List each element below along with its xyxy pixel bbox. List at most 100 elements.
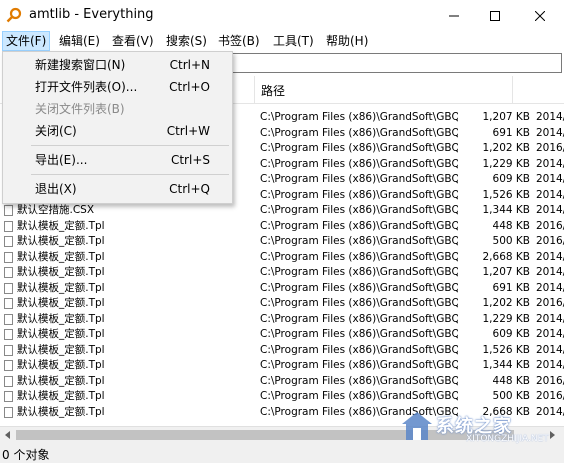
menu-edit[interactable]: 编辑(E) bbox=[56, 32, 103, 50]
close-icon bbox=[535, 10, 545, 21]
row-date: 2014/ bbox=[536, 328, 564, 340]
row-size: 1,229 KB bbox=[482, 312, 531, 325]
row-name: 默认模板_定额.Tpl bbox=[17, 250, 105, 263]
menu-file[interactable]: 文件(F) bbox=[2, 31, 51, 51]
row-path: C:\Program Files (x86)\GrandSoft\GBQ\4..… bbox=[260, 173, 458, 185]
row-name: 默认模板_定额.Tpl bbox=[17, 312, 105, 325]
row-path: C:\Program Files (x86)\GrandSoft\GBQ\4..… bbox=[260, 250, 458, 263]
row-size: 691 KB bbox=[492, 126, 530, 139]
row-size: 500 KB bbox=[492, 235, 530, 247]
row-size: 1,202 KB bbox=[482, 142, 531, 154]
row-size: 609 KB bbox=[492, 328, 530, 340]
file-icon bbox=[4, 267, 13, 278]
table-row[interactable]: 默认模板_定额.Tpl C:\Program Files (x86)\GrandS… bbox=[0, 312, 564, 328]
minimize-button[interactable] bbox=[432, 0, 476, 31]
minimize-icon bbox=[449, 15, 459, 16]
row-size: 1,207 KB bbox=[482, 266, 531, 278]
menu-item-close[interactable]: 关闭(C) Ctrl+W bbox=[3, 120, 232, 142]
row-date: 2014/ bbox=[536, 111, 564, 123]
row-path: C:\Program Files (x86)\GrandSoft\GBQ\4..… bbox=[260, 328, 458, 340]
table-row[interactable]: 默认模板_定额.Tpl C:\Program Files (x86)\GrandS… bbox=[0, 250, 564, 266]
table-row[interactable]: 默认模板_定额.Tpl C:\Program Files (x86)\GrandS… bbox=[0, 281, 564, 297]
row-name: 默认模板_定额.Tpl bbox=[17, 390, 105, 402]
file-icon bbox=[4, 391, 13, 402]
file-icon bbox=[4, 298, 13, 309]
row-path: C:\Program Files (x86)\GrandSoft\GBQ\4..… bbox=[260, 374, 458, 387]
row-name: 默认模板_定额.Tpl bbox=[17, 328, 105, 340]
column-divider[interactable] bbox=[254, 76, 255, 103]
menu-search[interactable]: 搜索(S) bbox=[163, 32, 210, 50]
column-divider[interactable] bbox=[512, 76, 513, 103]
menu-item-new-window[interactable]: 新建搜索窗口(N) Ctrl+N bbox=[3, 54, 232, 76]
table-row[interactable]: 默认模板_定额.Tpl C:\Program Files (x86)\GrandS… bbox=[0, 219, 564, 235]
search-icon bbox=[6, 7, 22, 23]
table-row[interactable]: 默认模板_定额.Tpl C:\Program Files (x86)\GrandS… bbox=[0, 343, 564, 359]
row-size: 1,229 KB bbox=[482, 157, 531, 170]
window-title: amtlib - Everything bbox=[29, 7, 154, 22]
row-name: 默认模板_定额.Tpl bbox=[17, 297, 105, 309]
row-path: C:\Program Files (x86)\GrandSoft\GBQ\4..… bbox=[260, 266, 458, 278]
table-row[interactable]: 默认模板_定额.Tpl C:\Program Files (x86)\GrandS… bbox=[0, 358, 564, 374]
row-name: 默认模板_定额.Tpl bbox=[17, 235, 105, 247]
menu-view[interactable]: 查看(V) bbox=[109, 32, 157, 50]
file-icon bbox=[4, 344, 13, 356]
watermark: 系统之家 XITONGZHIJIA.NET bbox=[388, 410, 558, 444]
row-date: 2016/ bbox=[536, 235, 564, 247]
scroll-left-icon[interactable] bbox=[4, 431, 12, 439]
row-date: 2014/ bbox=[536, 281, 564, 294]
file-icon bbox=[4, 329, 13, 340]
file-icon bbox=[4, 375, 13, 387]
row-name: 默认模板_定额.Tpl bbox=[17, 219, 105, 232]
row-path: C:\Program Files (x86)\GrandSoft\GBQ\4..… bbox=[260, 235, 458, 247]
row-path: C:\Program Files (x86)\GrandSoft\GBQ\4..… bbox=[260, 281, 458, 294]
menu-separator bbox=[31, 174, 229, 175]
row-size: 1,202 KB bbox=[482, 297, 531, 309]
table-row[interactable]: 默认模板_定额.Tpl C:\Program Files (x86)\GrandS… bbox=[0, 265, 564, 281]
row-size: 1,526 KB bbox=[482, 188, 531, 201]
row-path: C:\Program Files (x86)\GrandSoft\GBQ\4..… bbox=[260, 204, 458, 216]
menu-bookmarks[interactable]: 书签(B) bbox=[215, 32, 263, 50]
row-path: C:\Program Files (x86)\GrandSoft\GBQ\4..… bbox=[260, 343, 458, 356]
row-path: C:\Program Files (x86)\GrandSoft\GBQ\4..… bbox=[260, 219, 458, 232]
table-row[interactable]: 默认模板_定额.Tpl C:\Program Files (x86)\GrandS… bbox=[0, 389, 564, 405]
table-row[interactable]: 默认空措施.CSX C:\Program Files (x86)\GrandSof… bbox=[0, 203, 564, 219]
row-date: 2014/ bbox=[536, 173, 564, 185]
table-row[interactable]: 默认模板_定额.Tpl C:\Program Files (x86)\GrandS… bbox=[0, 374, 564, 390]
row-size: 500 KB bbox=[492, 390, 530, 402]
file-icon bbox=[4, 313, 13, 325]
row-path: C:\Program Files (x86)\GrandSoft\GBQ\4..… bbox=[260, 312, 458, 325]
row-date: 2016/ bbox=[536, 142, 564, 154]
file-icon bbox=[4, 220, 13, 232]
file-icon bbox=[4, 282, 13, 294]
row-size: 448 KB bbox=[492, 219, 530, 232]
table-row[interactable]: 默认模板_定额.Tpl C:\Program Files (x86)\GrandS… bbox=[0, 327, 564, 343]
menu-separator bbox=[31, 145, 229, 146]
house-logo-icon bbox=[402, 412, 432, 440]
menu-item-export[interactable]: 导出(E)... Ctrl+S bbox=[3, 149, 232, 171]
row-name: 默认模板_定额.Tpl bbox=[17, 359, 105, 371]
file-icon bbox=[4, 360, 13, 371]
row-size: 448 KB bbox=[492, 374, 530, 387]
menu-bar: 文件(F) 编辑(E) 查看(V) 搜索(S) 书签(B) 工具(T) 帮助(H… bbox=[0, 31, 564, 51]
menu-help[interactable]: 帮助(H) bbox=[323, 32, 371, 50]
file-menu-dropdown: 新建搜索窗口(N) Ctrl+N 打开文件列表(O)... Ctrl+O 关闭文件列… bbox=[2, 51, 233, 204]
table-row[interactable]: 默认模板_定额.Tpl C:\Program Files (x86)\GrandS… bbox=[0, 296, 564, 312]
row-date: 2014/ bbox=[536, 266, 564, 278]
file-icon bbox=[4, 205, 13, 216]
menu-item-close-file-list: 关闭文件列表(B) bbox=[35, 102, 125, 116]
table-row[interactable]: 默认模板_定额.Tpl C:\Program Files (x86)\GrandS… bbox=[0, 234, 564, 250]
row-name: 默认模板_定额.Tpl bbox=[17, 374, 105, 387]
close-button[interactable] bbox=[518, 0, 562, 31]
row-name: 默认模板_定额.Tpl bbox=[17, 281, 105, 294]
column-path[interactable]: 路径 bbox=[261, 82, 285, 99]
row-size: 1,207 KB bbox=[482, 111, 531, 123]
watermark-url: XITONGZHIJIA.NET bbox=[466, 434, 549, 444]
maximize-button[interactable] bbox=[473, 0, 517, 31]
menu-tools[interactable]: 工具(T) bbox=[270, 32, 317, 50]
row-path: C:\Program Files (x86)\GrandSoft\GBQ\4..… bbox=[260, 111, 458, 123]
menu-item-open-file-list[interactable]: 打开文件列表(O)... Ctrl+O bbox=[3, 76, 232, 98]
status-bar: 0 个对象 bbox=[0, 444, 564, 463]
menu-item-exit[interactable]: 退出(X) Ctrl+Q bbox=[3, 178, 232, 200]
row-date: 2014/ bbox=[536, 250, 564, 263]
row-name: 默认模板_定额.Tpl bbox=[17, 405, 105, 418]
